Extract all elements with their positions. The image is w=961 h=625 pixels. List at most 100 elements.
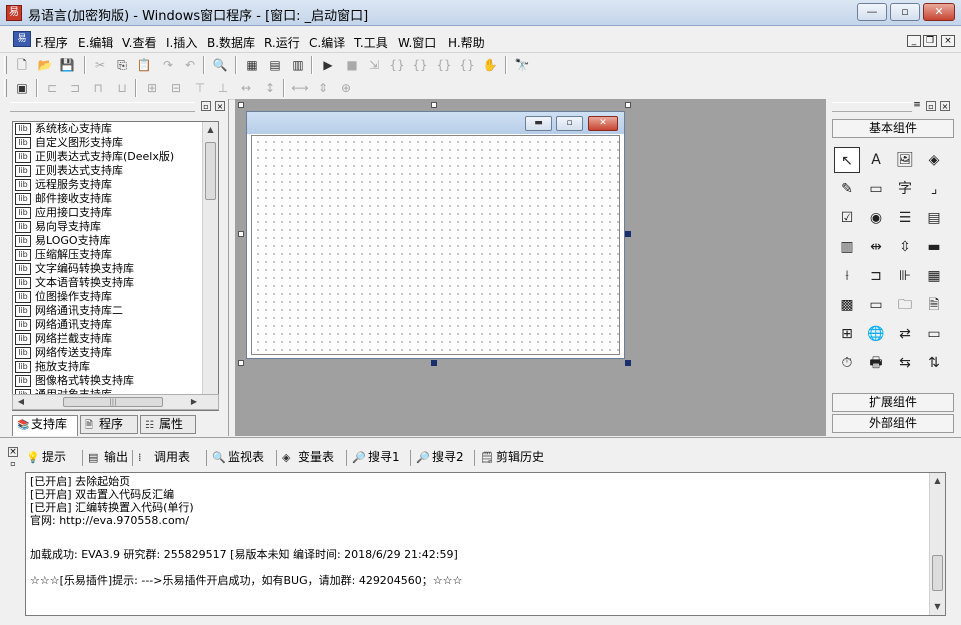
hand-icon[interactable]: ✋ — [480, 55, 500, 75]
calendar-icon[interactable]: ▦ — [921, 263, 947, 289]
align-top-icon[interactable]: ⊔ — [112, 78, 132, 98]
resize-handle[interactable] — [238, 231, 244, 237]
tab-search2[interactable]: 🔎 搜寻2 — [414, 446, 464, 468]
picture-icon[interactable]: 🖼 — [892, 147, 918, 173]
resize-handle[interactable] — [238, 102, 244, 108]
align-center-icon[interactable]: ⊐ — [65, 78, 85, 98]
server-icon[interactable]: ⇅ — [921, 350, 947, 376]
radio-icon[interactable]: ◉ — [863, 205, 889, 231]
tree-icon[interactable]: ⊞ — [834, 321, 860, 347]
tabs-icon[interactable]: ⊐ — [863, 263, 889, 289]
tab-search1[interactable]: 🔎 搜寻1 — [350, 446, 400, 468]
listbox-icon[interactable]: ☰ — [892, 205, 918, 231]
minimize-button[interactable]: — — [857, 3, 887, 21]
library-item[interactable]: lib 应用接口支持库 — [13, 206, 218, 220]
hscroll-icon[interactable]: ⇹ — [863, 234, 889, 260]
grid-toggle-icon[interactable]: ▣ — [12, 78, 32, 98]
pointer-icon[interactable]: ↖ — [834, 147, 860, 173]
paste-icon[interactable]: 📋 — [134, 55, 154, 75]
library-item[interactable]: lib 文字编码转换支持库 — [13, 262, 218, 276]
menu-tools[interactable]: T.工具 — [354, 34, 388, 51]
form-maximize-button[interactable]: ▫ — [556, 116, 583, 131]
library-list[interactable]: lib 系统核心支持库 lib 自定义图形支持库 lib 正则表达式支持库(Deelx版)… — [12, 121, 219, 411]
resize-handle[interactable] — [238, 360, 244, 366]
library-item[interactable]: lib 文本语音转换支持库 — [13, 276, 218, 290]
open-folder-icon[interactable]: 📂 — [35, 55, 55, 75]
library-item[interactable]: lib 拖放支持库 — [13, 360, 218, 374]
panel-grip[interactable] — [832, 102, 912, 112]
same-width-icon[interactable]: ⊥ — [213, 78, 233, 98]
panel-float-button[interactable]: ▫ — [201, 101, 211, 111]
copy-icon[interactable]: ⎘ — [112, 55, 132, 75]
tab-variable[interactable]: ◈ 变量表 — [280, 446, 334, 468]
library-item[interactable]: lib 易LOGO支持库 — [13, 234, 218, 248]
save-icon[interactable]: 💾 — [57, 55, 77, 75]
binoculars-icon[interactable]: 🔭 — [512, 55, 532, 75]
library-item[interactable]: lib 自定义图形支持库 — [13, 136, 218, 150]
resize-handle[interactable] — [431, 360, 437, 366]
toolbar-grip[interactable] — [4, 79, 7, 97]
layout3-icon[interactable]: ▥ — [288, 55, 308, 75]
run-icon[interactable]: ▶ — [318, 55, 338, 75]
output-scrollbar[interactable]: ▲ ▼ — [929, 473, 945, 615]
tab-output[interactable]: ▤ 输出 — [86, 446, 128, 468]
editbox-icon[interactable]: ✎ — [834, 176, 860, 202]
library-item[interactable]: lib 网络通讯支持库 — [13, 318, 218, 332]
panel-menu-button[interactable]: ≡ — [912, 101, 922, 111]
timer-icon[interactable]: ⏱ — [834, 350, 860, 376]
panel-close-button[interactable]: × — [8, 447, 18, 457]
printer-icon[interactable]: 🖶 — [863, 350, 889, 376]
library-item[interactable]: lib 位图操作支持库 — [13, 290, 218, 304]
tab-watch[interactable]: 🔍 监视表 — [210, 446, 264, 468]
form-canvas[interactable] — [251, 135, 620, 355]
extended-components-button[interactable]: 扩展组件 — [832, 393, 954, 412]
library-item[interactable]: lib 邮件接收支持库 — [13, 192, 218, 206]
startup-form[interactable]: ▬ ▫ ✕ — [246, 111, 625, 359]
resize-handle[interactable] — [625, 102, 631, 108]
library-item[interactable]: lib 易向导支持库 — [13, 220, 218, 234]
space-v-icon[interactable]: ↕ — [260, 78, 280, 98]
cut-icon[interactable]: ✂ — [90, 55, 110, 75]
checkbox-icon[interactable]: ☑ — [834, 205, 860, 231]
undo-icon[interactable]: ↶ — [180, 55, 200, 75]
resize-handle[interactable] — [625, 360, 631, 366]
folder-icon[interactable]: 🗀 — [892, 292, 918, 318]
align-right-icon[interactable]: ⊓ — [88, 78, 108, 98]
ide-logo-icon[interactable]: 易 — [13, 31, 31, 47]
vscroll-icon[interactable]: ⇳ — [892, 234, 918, 260]
combobox-icon[interactable]: ▤ — [921, 205, 947, 231]
library-scrollbar[interactable]: ▲ ▼ — [202, 122, 218, 410]
panel-grip[interactable] — [10, 102, 195, 112]
menu-compile[interactable]: C.编译 — [309, 34, 345, 51]
library-item[interactable]: lib 网络拦截支持库 — [13, 332, 218, 346]
resize-handle[interactable] — [431, 102, 437, 108]
menu-run[interactable]: R.运行 — [264, 34, 300, 51]
mdi-restore-button[interactable]: ❐ — [923, 35, 937, 47]
transfer-icon[interactable]: ⇄ — [892, 321, 918, 347]
tab-tip[interactable]: 💡 提示 — [24, 446, 66, 468]
listview-icon[interactable]: ▥ — [834, 234, 860, 260]
panel-float-button[interactable]: ▫ — [926, 101, 936, 111]
same-size-v-icon[interactable]: ⇕ — [313, 78, 333, 98]
toolbar-grip[interactable] — [4, 56, 7, 74]
app-icon[interactable]: 易 — [6, 5, 22, 21]
same-size-h-icon[interactable]: ⟷ — [290, 78, 310, 98]
document-icon[interactable]: 🗎 — [921, 292, 947, 318]
panel-close-button[interactable]: × — [940, 101, 950, 111]
hscroll-thumb[interactable]: ||| — [63, 397, 163, 407]
library-item[interactable]: lib 网络传送支持库 — [13, 346, 218, 360]
step-over-icon[interactable]: {} — [410, 55, 430, 75]
close-button[interactable]: ✕ — [923, 3, 955, 21]
progress-icon[interactable]: ▬ — [921, 234, 947, 260]
redo-icon[interactable]: ↷ — [158, 55, 178, 75]
web-icon[interactable]: 🌐 — [863, 321, 889, 347]
center-form-icon[interactable]: ⊕ — [336, 78, 356, 98]
table-icon[interactable]: ▩ — [834, 292, 860, 318]
text-icon[interactable]: 字 — [892, 176, 918, 202]
panel-close-button[interactable]: × — [215, 101, 225, 111]
imagebox-icon[interactable]: ▭ — [863, 176, 889, 202]
tab-call-table[interactable]: ⁞ 调用表 — [136, 446, 190, 468]
client-icon[interactable]: ⇆ — [892, 350, 918, 376]
scroll-up-icon[interactable]: ▲ — [203, 122, 218, 138]
mdi-minimize-button[interactable]: _ — [907, 35, 921, 47]
